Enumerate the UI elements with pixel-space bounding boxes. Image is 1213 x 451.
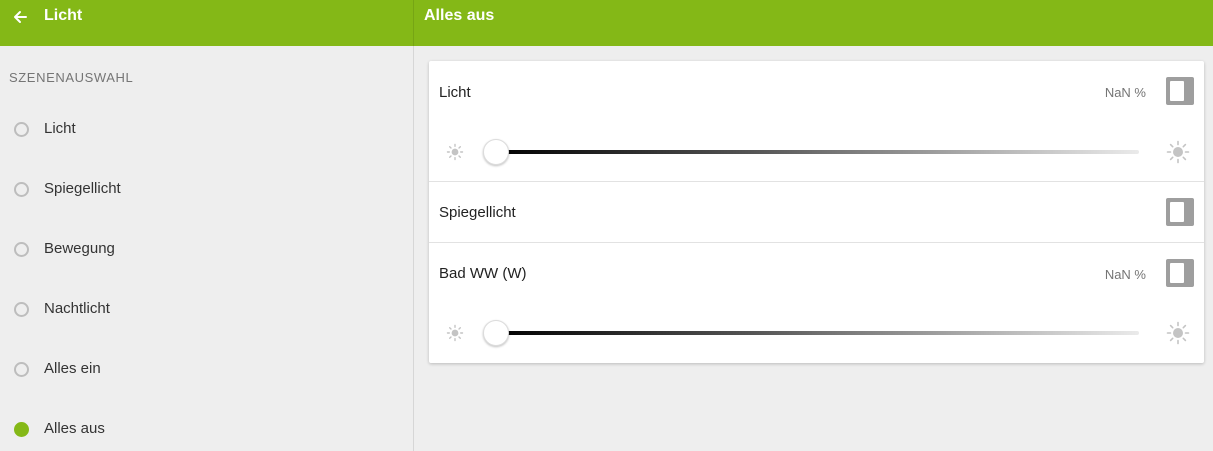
top-bar: Licht Alles aus: [0, 0, 1213, 46]
slider-thumb[interactable]: [483, 139, 509, 165]
device-label: Licht: [439, 84, 471, 101]
scene-item-licht[interactable]: Licht: [0, 109, 413, 149]
radio-button[interactable]: [14, 122, 29, 137]
power-toggle[interactable]: [1166, 77, 1194, 105]
dimmer-slider[interactable]: [483, 320, 1139, 346]
scene-label: Licht: [44, 120, 76, 137]
app-title: Licht: [44, 7, 83, 24]
panel-title: Alles aus: [424, 7, 495, 24]
device-card: Licht NaN % Spiegellicht Bad WW (W) NaN …: [429, 61, 1204, 363]
radio-button[interactable]: [14, 362, 29, 377]
device-value: NaN %: [1104, 267, 1146, 282]
device-value: NaN %: [1104, 85, 1146, 100]
scene-label: Alles aus: [44, 420, 105, 437]
section-label: SZENENAUSWAHL: [9, 70, 134, 85]
toggle-knob: [1170, 202, 1184, 222]
device-row-licht: Licht NaN %: [429, 61, 1204, 181]
slider-track: [495, 331, 1139, 335]
toggle-knob: [1170, 81, 1184, 101]
device-row-bad-ww: Bad WW (W) NaN %: [429, 243, 1204, 363]
scene-item-alles-aus[interactable]: Alles aus: [0, 409, 413, 449]
device-row-spiegellicht: Spiegellicht: [429, 182, 1204, 242]
scene-label: Alles ein: [44, 360, 101, 377]
radio-button[interactable]: [14, 242, 29, 257]
scene-item-bewegung[interactable]: Bewegung: [0, 229, 413, 269]
header-divider: [413, 0, 414, 46]
scene-item-alles-ein[interactable]: Alles ein: [0, 349, 413, 389]
sun-small-icon: [446, 324, 464, 342]
device-label: Bad WW (W): [439, 265, 527, 282]
slider-thumb[interactable]: [483, 320, 509, 346]
device-label: Spiegellicht: [439, 204, 516, 221]
sun-large-icon: [1166, 140, 1190, 164]
arrow-left-icon: [14, 11, 27, 23]
power-toggle[interactable]: [1166, 259, 1194, 287]
scene-label: Nachtlicht: [44, 300, 110, 317]
sun-large-icon: [1166, 321, 1190, 345]
back-button[interactable]: [10, 7, 30, 27]
radio-button[interactable]: [14, 302, 29, 317]
scene-item-spiegellicht[interactable]: Spiegellicht: [0, 169, 413, 209]
dimmer-slider[interactable]: [483, 139, 1139, 165]
toggle-knob: [1170, 263, 1184, 283]
scene-item-nachtlicht[interactable]: Nachtlicht: [0, 289, 413, 329]
sun-small-icon: [446, 143, 464, 161]
scene-sidebar: SZENENAUSWAHL Licht Spiegellicht Bewegun…: [0, 46, 414, 451]
radio-button-selected[interactable]: [14, 422, 29, 437]
scene-label: Bewegung: [44, 240, 115, 257]
power-toggle[interactable]: [1166, 198, 1194, 226]
radio-button[interactable]: [14, 182, 29, 197]
slider-track: [495, 150, 1139, 154]
scene-label: Spiegellicht: [44, 180, 121, 197]
